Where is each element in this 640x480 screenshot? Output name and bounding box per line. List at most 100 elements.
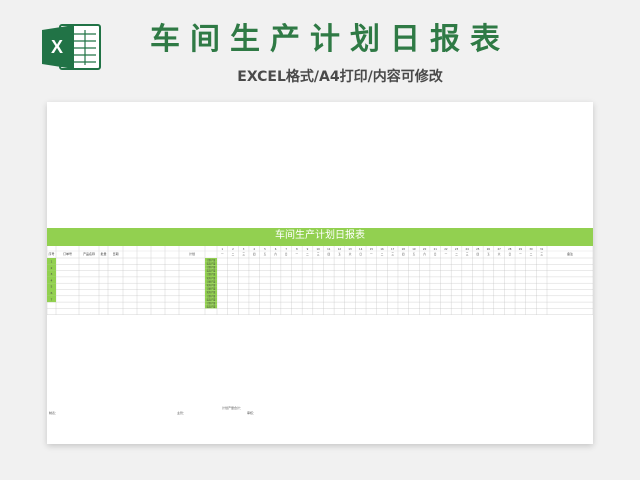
day-number: 25 (476, 247, 480, 251)
weekday: 三 (242, 253, 245, 256)
plan-label: 计划产量 (207, 272, 217, 276)
day-number: 2 (232, 247, 234, 251)
plan-label: 实际产量 (207, 283, 217, 287)
plan-label: 实际产量 (207, 269, 217, 273)
row-number: 5 (51, 285, 53, 289)
day-number: 18 (402, 247, 406, 251)
plan-label: 计划产量 (207, 279, 217, 283)
weekday: 六 (349, 252, 352, 256)
plan-label: 实际产量 (207, 290, 217, 294)
weekday: 三 (317, 253, 320, 256)
col-header-serial: 序号 (48, 251, 54, 256)
weekday: 四 (253, 253, 256, 256)
plan-label: 实际产量 (207, 305, 217, 309)
plan-label: 实际产量 (207, 276, 217, 280)
col-header-date: 日期 (112, 251, 118, 256)
weekday: 日 (359, 253, 362, 256)
plan-label: 计划产量 (207, 258, 217, 262)
col-header-plan: 计划 (189, 251, 195, 256)
page-title: 车间生产计划日报表 (150, 22, 510, 57)
table-title-bar: 车间生产计划日报表 (47, 228, 593, 244)
plan-label: 实际产量 (207, 261, 217, 265)
day-number: 15 (370, 247, 374, 251)
day-number: 29 (519, 247, 523, 251)
col-header-batch: 批量 (100, 251, 106, 256)
weekday: 一 (221, 253, 224, 256)
plan-label: 计划产量 (207, 265, 217, 269)
weekday: 二 (455, 253, 458, 256)
day-number: 3 (243, 247, 245, 251)
day-number: 8 (296, 247, 298, 251)
day-number: 19 (412, 247, 416, 251)
day-number: 21 (434, 247, 438, 251)
weekday: 二 (232, 253, 235, 256)
plan-label: 计划产量 (207, 301, 217, 305)
day-number: 10 (316, 247, 320, 251)
plan-label: 实际产量 (207, 297, 217, 301)
day-number: 14 (359, 247, 363, 251)
weekday: 六 (274, 252, 277, 256)
weekday: 二 (530, 253, 533, 256)
day-number: 13 (348, 247, 352, 251)
day-number: 4 (253, 247, 255, 251)
weekday: 五 (338, 253, 341, 256)
footer-maker: 制表： (49, 411, 59, 415)
grid-fills (47, 244, 593, 309)
day-number: 16 (380, 247, 384, 251)
plan-label: 计划产量 (207, 287, 217, 291)
day-number: 1 (221, 247, 223, 251)
weekday: 一 (445, 253, 448, 256)
day-number: 30 (529, 247, 533, 251)
weekday: 四 (402, 253, 405, 256)
col-header-remarks: 备注 (567, 251, 573, 256)
row-number: 4 (51, 278, 53, 282)
footer-reviewer: 审核： (247, 411, 257, 415)
footer-plan-total: 计划产量合计： (222, 406, 244, 410)
day-number: 6 (275, 247, 277, 251)
day-number: 31 (540, 247, 544, 251)
weekday: 三 (391, 253, 394, 256)
weekday: 六 (423, 252, 426, 256)
weekday: 五 (487, 253, 490, 256)
weekday: 四 (477, 253, 480, 256)
row-number: 7 (51, 297, 53, 301)
weekday: 日 (285, 253, 288, 256)
logo-letter: X (51, 37, 63, 57)
footer-manager: 主管： (177, 411, 187, 415)
weekday: 日 (508, 253, 511, 256)
grid-text: 序号 订单号 产品名称 批量 日期 计划 备注1一2二3三4四5五6六7日8一9二10三11… (48, 247, 573, 309)
col-header-product: 产品名称 (83, 251, 95, 256)
row-number: 6 (51, 291, 53, 295)
day-number: 20 (423, 247, 427, 251)
plan-label: 计划产量 (207, 294, 217, 298)
weekday: 日 (434, 253, 437, 256)
day-number: 7 (285, 247, 287, 251)
row-number: 2 (51, 266, 53, 270)
day-number: 27 (497, 247, 501, 251)
weekday: 一 (370, 253, 373, 256)
day-number: 24 (466, 247, 470, 251)
weekday: 五 (413, 253, 416, 256)
weekday: 三 (466, 253, 469, 256)
weekday: 一 (519, 253, 522, 256)
day-number: 9 (307, 247, 309, 251)
weekday: 一 (296, 253, 299, 256)
page-subtitle: EXCEL格式/A4打印/内容可修改 (237, 69, 443, 85)
day-number: 12 (338, 247, 342, 251)
day-number: 26 (487, 247, 491, 251)
weekday: 二 (306, 253, 309, 256)
excel-icon: X (42, 24, 101, 70)
weekday: 五 (264, 253, 267, 256)
day-number: 11 (327, 247, 331, 251)
header-band (47, 244, 593, 246)
table-grid: 序号 订单号 产品名称 批量 日期 计划 备注1一2二3三4四5五6六7日8一9二10三11… (47, 244, 593, 315)
col-header-order: 订单号 (63, 251, 72, 256)
day-number: 22 (444, 247, 448, 251)
grid-lines (47, 246, 593, 315)
spreadsheet-preview: 车间生产计划日报表 序号 订单号 产品名称 批量 日期 计划 备注 1 一 2 二 3 三 4 四 5 五 6 六 7… (47, 102, 593, 444)
day-number: 28 (508, 247, 512, 251)
weekday: 三 (540, 253, 543, 256)
weekday: 六 (498, 252, 501, 256)
day-number: 23 (455, 247, 459, 251)
day-number: 17 (391, 247, 395, 251)
